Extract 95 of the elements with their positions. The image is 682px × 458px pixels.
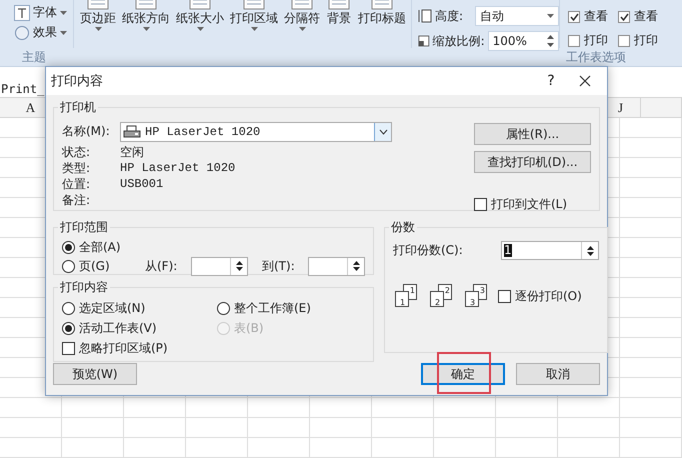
field-label: 状态:: [62, 144, 92, 160]
radio-label: 活动工作表(V): [79, 320, 157, 337]
name-box[interactable]: Print_: [0, 80, 44, 98]
height-dropdown[interactable]: 自动: [475, 6, 559, 26]
checkbox[interactable]: [618, 10, 630, 22]
checkbox-label: 打印到文件(L): [491, 196, 568, 213]
from-page-spinner[interactable]: [191, 256, 248, 276]
field-label: 名称(M):: [62, 122, 111, 140]
group-label: 工作表选项: [566, 48, 626, 66]
checkbox-label: 查看: [584, 8, 608, 25]
checkbox-label: 忽略打印区域(P): [79, 340, 168, 357]
caret-icon: [142, 27, 150, 31]
close-icon[interactable]: [579, 75, 591, 87]
caret-icon: [196, 27, 204, 31]
dialog-button[interactable]: 属性(R)...: [474, 123, 591, 145]
field-label: 从(F):: [145, 258, 178, 274]
field-label: 到(T):: [262, 258, 296, 274]
group-label: 份数: [391, 220, 415, 234]
dialog-button[interactable]: 确定: [421, 363, 505, 385]
caret-icon: [250, 27, 258, 31]
radio-label: 整个工作簿(E): [234, 300, 311, 317]
checkbox[interactable]: [568, 10, 580, 22]
caret-icon: [60, 30, 67, 34]
ribbon-button[interactable]: 背景: [327, 10, 351, 27]
radio-button[interactable]: [62, 260, 75, 272]
spin-arrows-icon: [586, 244, 594, 256]
page-icon: [289, 0, 315, 10]
checkbox-label: 逐份打印(O): [515, 288, 582, 304]
copies-spinner[interactable]: 1: [501, 241, 599, 260]
ribbon-button[interactable]: 纸张方向: [122, 10, 170, 27]
page-icon: [133, 0, 159, 10]
scale-icon: [418, 34, 430, 48]
font-icon: [14, 4, 30, 20]
caret-icon: [547, 14, 554, 18]
checkbox[interactable]: [568, 34, 580, 46]
ribbon-button[interactable]: 效果: [33, 24, 57, 41]
checkbox[interactable]: [498, 290, 511, 302]
field-label: 高度:: [435, 8, 464, 24]
field-label: 位置:: [62, 176, 92, 192]
page-icon: [85, 0, 111, 10]
radio-label: 页(G): [79, 258, 111, 274]
field-label: 打印份数(C):: [393, 242, 464, 259]
field-label: 类型:: [62, 160, 92, 176]
checkbox[interactable]: [62, 342, 75, 355]
radio-button[interactable]: [62, 322, 75, 335]
height-icon: [418, 9, 432, 23]
spin-arrows-icon: [352, 260, 360, 272]
field-value: 空闲: [120, 144, 144, 160]
spin-arrows-icon: [547, 35, 554, 47]
page-icon: [241, 0, 267, 10]
group-label: 打印范围: [60, 220, 108, 234]
ribbon-button[interactable]: 打印区域: [230, 10, 278, 27]
checkbox[interactable]: [618, 34, 630, 46]
caret-icon: [298, 27, 306, 31]
caret-icon: [94, 27, 102, 31]
check-icon: [570, 12, 578, 20]
chevron-icon: [378, 129, 388, 135]
dialog-button[interactable]: 预览(W): [53, 363, 137, 385]
field-value: HP LaserJet 1020: [120, 161, 236, 175]
checkbox-label: 打印: [634, 32, 658, 49]
help-button[interactable]: ?: [531, 73, 571, 89]
group-label: 打印机: [60, 100, 96, 114]
dialog-title: 打印内容: [51, 73, 103, 90]
ribbon-button[interactable]: 字体: [33, 4, 57, 21]
radio-button[interactable]: [62, 302, 75, 315]
ribbon-button[interactable]: 打印标题: [358, 10, 406, 27]
checkbox-label: 打印: [584, 32, 608, 49]
printer-icon: [123, 125, 141, 139]
checkbox-label: 查看: [634, 8, 658, 25]
page-icon: [187, 0, 213, 10]
radio-label: 表(B): [234, 320, 264, 337]
group-label: 主题: [22, 48, 46, 66]
field-label: 备注:: [62, 192, 92, 208]
dialog-button[interactable]: 查找打印机(D)...: [474, 151, 591, 173]
field-value: USB001: [120, 177, 164, 191]
radio-button[interactable]: [62, 240, 75, 254]
dialog-button[interactable]: 取消: [516, 363, 600, 385]
ribbon-button[interactable]: 页边距: [80, 10, 116, 27]
printer-dropdown[interactable]: HP LaserJet 1020: [120, 122, 392, 142]
ribbon-button[interactable]: 纸张大小: [176, 10, 224, 27]
to-page-spinner[interactable]: [308, 256, 365, 276]
caret-icon: [60, 10, 67, 14]
scale-spinner[interactable]: 100%: [488, 31, 559, 51]
radio-label: 全部(A): [79, 238, 121, 256]
field-label: 缩放比例:: [432, 32, 485, 50]
radio-button[interactable]: [217, 302, 230, 315]
checkbox[interactable]: [474, 198, 487, 211]
check-icon: [620, 12, 628, 20]
radio-label: 选定区域(N): [79, 300, 146, 317]
spin-arrows-icon: [236, 260, 242, 272]
effects-icon: [14, 24, 30, 40]
group-label: 打印内容: [60, 280, 108, 294]
page-icon: [326, 0, 352, 10]
ribbon-button[interactable]: 分隔符: [284, 10, 320, 27]
page-icon: [369, 0, 395, 10]
